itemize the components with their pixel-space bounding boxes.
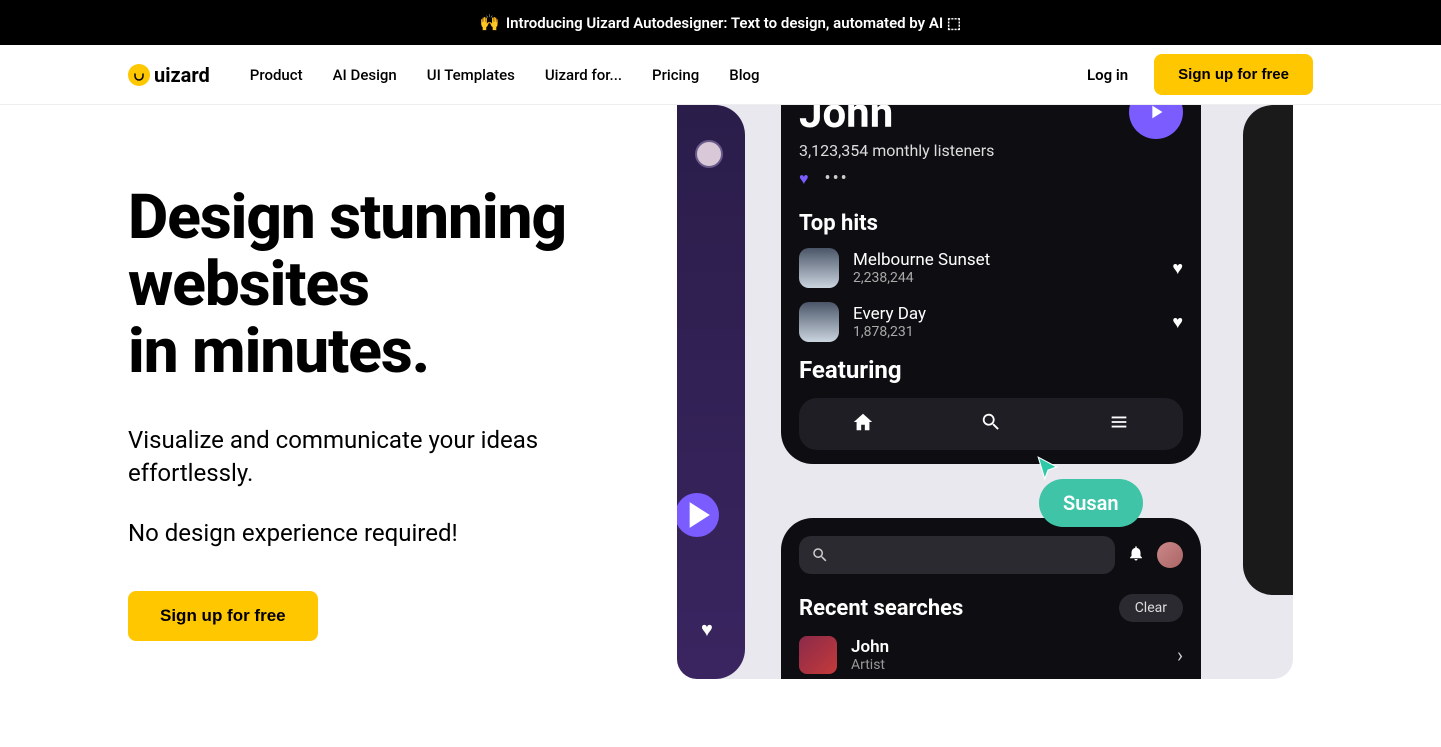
track-row: Melbourne Sunset 2,238,244 ♥: [799, 248, 1183, 288]
nav-ui-templates[interactable]: UI Templates: [427, 66, 515, 84]
brand-name: uizard: [154, 63, 210, 87]
nav-uizard-for[interactable]: Uizard for...: [545, 66, 622, 84]
search-icon: [811, 546, 829, 564]
collaborator-pill: Susan: [1039, 479, 1143, 527]
avatar-icon: [695, 140, 723, 168]
track-plays: 2,238,244: [853, 270, 1158, 286]
hero-h1-line2: websites: [128, 248, 369, 321]
home-icon: [852, 411, 874, 437]
hero-h1-line3: in minutes.: [128, 315, 429, 388]
album-art-icon: [799, 248, 839, 288]
track-row: Every Day 1,878,231 ♥: [799, 302, 1183, 342]
recent-type: Artist: [851, 657, 1163, 673]
track-title: Melbourne Sunset: [853, 250, 1158, 270]
nav-links: Product AI Design UI Templates Uizard fo…: [250, 66, 760, 84]
announcement-bar[interactable]: 🙌 Introducing Uizard Autodesigner: Text …: [0, 0, 1441, 45]
login-link[interactable]: Log in: [1087, 66, 1128, 84]
heart-icon: ♥: [1172, 312, 1183, 333]
heart-icon: ♥: [1172, 258, 1183, 279]
hero-copy: Design stunning websites in minutes. Vis…: [128, 105, 668, 679]
nav-product[interactable]: Product: [250, 66, 303, 84]
signup-button-hero[interactable]: Sign up for free: [128, 591, 318, 641]
clear-button-mock: Clear: [1119, 594, 1183, 622]
phone-mockup-main: John 3,123,354 monthly listeners ♥ ••• T…: [781, 105, 1201, 464]
main-nav: uizard Product AI Design UI Templates Ui…: [0, 45, 1441, 105]
play-icon: [677, 493, 719, 537]
recent-searches-title: Recent searches: [799, 596, 1119, 621]
phone-mockup-search: Recent searches Clear John Artist ›: [781, 518, 1201, 679]
track-title: Every Day: [853, 304, 1158, 324]
top-hits-title: Top hits: [799, 211, 1183, 236]
bell-icon: [1127, 544, 1145, 566]
nav-pricing[interactable]: Pricing: [652, 66, 699, 84]
side-phone-left: ♥: [677, 105, 745, 679]
featuring-title: Featuring: [799, 356, 1183, 384]
hero-section: Design stunning websites in minutes. Vis…: [0, 105, 1441, 679]
hero-sub2: No design experience required!: [128, 519, 668, 547]
tab-bar: [799, 398, 1183, 450]
logo-mark-icon: [128, 64, 150, 86]
hands-emoji: 🙌: [480, 13, 500, 32]
artist-name: John: [799, 105, 994, 135]
signup-button-nav[interactable]: Sign up for free: [1154, 54, 1313, 95]
like-icon: ♥: [799, 169, 809, 189]
heart-icon: ♥: [701, 617, 713, 642]
hero-headline: Design stunning websites in minutes.: [128, 185, 668, 386]
hero-sub1: Visualize and communicate your ideas eff…: [128, 424, 668, 491]
nav-right: Log in Sign up for free: [1087, 54, 1313, 95]
search-icon: [980, 411, 1002, 437]
nav-ai-design[interactable]: AI Design: [333, 66, 397, 84]
search-input-mock: [799, 536, 1115, 574]
play-button-icon: [1129, 105, 1183, 139]
nav-blog[interactable]: Blog: [729, 66, 759, 84]
avatar-icon: [1157, 542, 1183, 568]
recent-item: John Artist ›: [799, 636, 1183, 674]
chevron-right-icon: ›: [1177, 643, 1183, 667]
hero-h1-line1: Design stunning: [128, 181, 566, 254]
track-plays: 1,878,231: [853, 324, 1158, 340]
library-icon: [1108, 411, 1130, 437]
more-icon: •••: [825, 168, 849, 189]
album-art-icon: [799, 302, 839, 342]
announcement-text: Introducing Uizard Autodesigner: Text to…: [506, 14, 961, 32]
listeners-count: 3,123,354 monthly listeners: [799, 141, 994, 160]
side-phone-right: [1243, 105, 1293, 595]
recent-name: John: [851, 637, 1163, 657]
logo[interactable]: uizard: [128, 63, 210, 87]
mockup-preview: ♥ John 3,123,354 monthly listeners ♥ •••…: [677, 105, 1293, 679]
artist-art-icon: [799, 636, 837, 674]
